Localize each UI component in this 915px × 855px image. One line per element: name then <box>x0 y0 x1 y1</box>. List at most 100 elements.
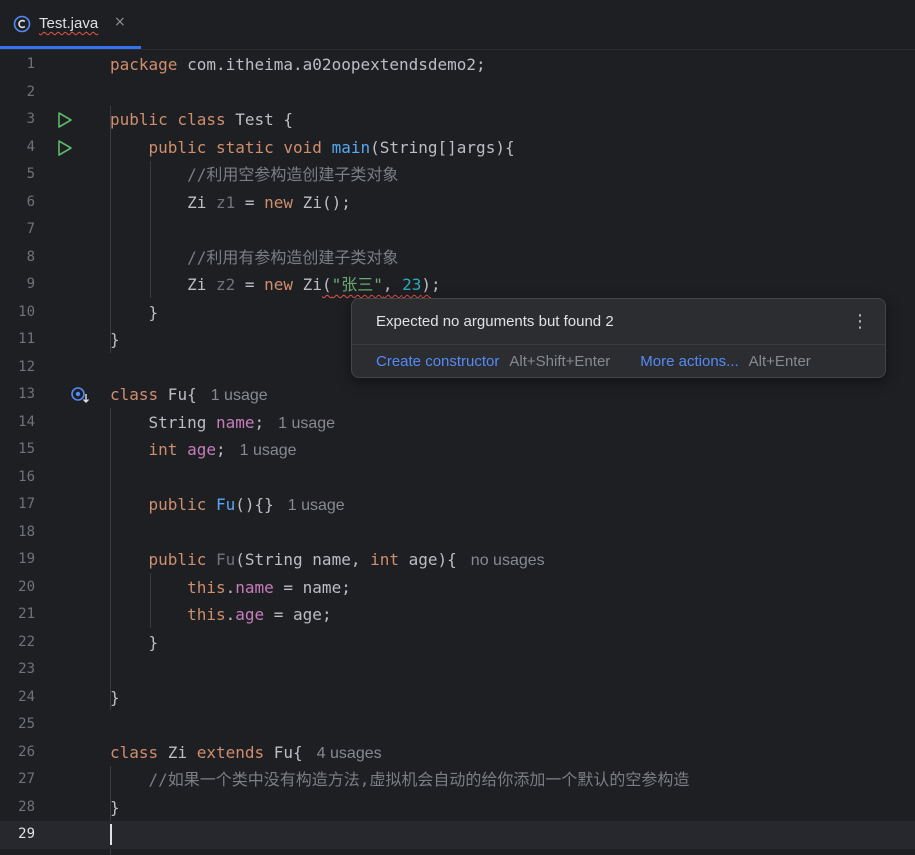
divider <box>352 344 885 345</box>
code-line: 4 public static void main(String[]args){ <box>0 134 915 162</box>
close-icon[interactable]: × <box>114 14 126 30</box>
code-text: package com.itheima.a02oopextendsdemo2; <box>110 55 486 74</box>
editor-tab-bar: Test.java × <box>0 0 915 50</box>
line-number: 2 <box>26 83 35 100</box>
code-text: } <box>148 302 159 322</box>
code-line: 14 String name; 1 usage <box>0 409 915 437</box>
code-text: class Fu{1 usage <box>110 385 268 404</box>
line-number: 27 <box>18 771 35 787</box>
code-line: 20 this.name = name; <box>0 574 915 602</box>
line-number: 7 <box>26 221 35 237</box>
line-number: 16 <box>18 468 35 485</box>
code-editor[interactable]: 1 package com.itheima.a02oopextendsdemo2… <box>0 51 915 855</box>
line-number: 21 <box>18 606 35 622</box>
usage-hint[interactable]: no usages <box>471 552 545 569</box>
line-number: 18 <box>18 523 35 540</box>
line-number: 26 <box>18 743 35 760</box>
line-number: 13 <box>18 386 35 402</box>
quick-fix-actions: Create constructor Alt+Shift+Enter More ac… <box>376 353 811 370</box>
line-number: 5 <box>26 166 35 182</box>
code-line: 25 <box>0 711 915 739</box>
code-text: //利用有参构造创建子类对象 <box>187 247 399 267</box>
error-arguments[interactable]: ("张三", 23) <box>322 275 431 294</box>
code-line: 13 class Fu{1 usage <box>0 381 915 409</box>
code-line: 18 <box>0 519 915 547</box>
code-text: Zi z2 = new Zi("张三", 23); <box>187 275 441 294</box>
line-number: 12 <box>18 358 35 375</box>
implemented-by-icon[interactable] <box>70 386 90 404</box>
code-text: } <box>110 797 120 817</box>
line-number: 8 <box>26 248 35 265</box>
line-number: 1 <box>26 56 35 72</box>
error-tooltip: Expected no arguments but found 2 ⋮ Crea… <box>351 298 886 378</box>
code-line: 1 package com.itheima.a02oopextendsdemo2… <box>0 51 915 79</box>
run-icon[interactable] <box>56 111 74 129</box>
code-text: Zi z1 = new Zi(); <box>187 192 351 212</box>
text-caret <box>110 824 112 845</box>
code-text: this.age = age; <box>187 605 332 624</box>
code-text: } <box>110 330 120 349</box>
line-number: 20 <box>18 578 35 595</box>
code-text: this.name = name; <box>187 577 351 597</box>
shortcut-label: Alt+Shift+Enter <box>509 353 611 370</box>
usage-hint[interactable]: 4 usages <box>317 745 382 762</box>
code-text: public Fu(String name, int age){no usage… <box>148 550 545 569</box>
line-number: 9 <box>26 276 35 292</box>
tab-test-java[interactable]: Test.java × <box>0 0 141 49</box>
more-actions-link[interactable]: More actions... <box>640 353 738 370</box>
usage-hint[interactable]: 1 usage <box>240 442 297 459</box>
more-options-icon[interactable]: ⋮ <box>851 311 869 332</box>
code-line: 23 <box>0 656 915 684</box>
code-text: int age; 1 usage <box>148 440 297 459</box>
error-message: Expected no arguments but found 2 <box>376 313 614 330</box>
code-line: 27 //如果一个类中没有构造方法,虚拟机会自动的给你添加一个默认的空参构造 <box>0 766 915 794</box>
run-icon[interactable] <box>56 139 74 157</box>
line-number: 19 <box>18 551 35 567</box>
code-text: public class Test { <box>110 110 294 129</box>
code-line: 7 <box>0 216 915 244</box>
code-text: } <box>148 632 159 652</box>
create-constructor-link[interactable]: Create constructor <box>376 353 499 370</box>
line-number: 22 <box>18 633 35 650</box>
current-line: 29 <box>0 821 915 849</box>
code-line: 28 } <box>0 794 915 822</box>
code-line: 9 Zi z2 = new Zi("张三", 23); <box>0 271 915 299</box>
code-text: //利用空参构造创建子类对象 <box>187 165 399 184</box>
line-number: 14 <box>18 413 35 430</box>
code-line: 17 public Fu(){} 1 usage <box>0 491 915 519</box>
shortcut-label: Alt+Enter <box>748 353 811 370</box>
line-number: 17 <box>18 496 35 512</box>
line-number: 11 <box>18 331 35 347</box>
code-line: 22 } <box>0 629 915 657</box>
line-number: 15 <box>18 441 35 457</box>
code-text: } <box>110 687 120 707</box>
code-line: 2 <box>0 79 915 107</box>
code-text: String name; 1 usage <box>148 412 336 432</box>
code-line: 16 <box>0 464 915 492</box>
code-line: 8 //利用有参构造创建子类对象 <box>0 244 915 272</box>
code-line: 26 class Zi extends Fu{4 usages <box>0 739 915 767</box>
line-number: 28 <box>18 798 35 815</box>
line-number: 10 <box>18 303 35 320</box>
tab-label: Test.java <box>39 15 99 32</box>
usage-hint[interactable]: 1 usage <box>288 497 345 514</box>
code-text: class Zi extends Fu{4 usages <box>110 742 382 762</box>
code-line: 15 int age; 1 usage <box>0 436 915 464</box>
code-line: 19 public Fu(String name, int age){no us… <box>0 546 915 574</box>
code-text: public static void main(String[]args){ <box>148 137 515 157</box>
line-number: 4 <box>26 138 35 155</box>
code-line: 24 } <box>0 684 915 712</box>
usage-hint[interactable]: 1 usage <box>278 415 335 432</box>
active-tab-indicator <box>0 46 141 49</box>
line-number: 24 <box>18 688 35 705</box>
usage-hint[interactable]: 1 usage <box>211 387 268 404</box>
line-number: 29 <box>18 826 35 842</box>
code-line: 3 public class Test { <box>0 106 915 134</box>
code-line: 6 Zi z1 = new Zi(); <box>0 189 915 217</box>
code-text: //如果一个类中没有构造方法,虚拟机会自动的给你添加一个默认的空参构造 <box>148 770 690 789</box>
code-line: 5 //利用空参构造创建子类对象 <box>0 161 915 189</box>
line-number: 25 <box>18 716 35 732</box>
code-text: public Fu(){} 1 usage <box>148 495 345 514</box>
line-number: 23 <box>18 661 35 677</box>
java-class-icon <box>13 15 31 33</box>
